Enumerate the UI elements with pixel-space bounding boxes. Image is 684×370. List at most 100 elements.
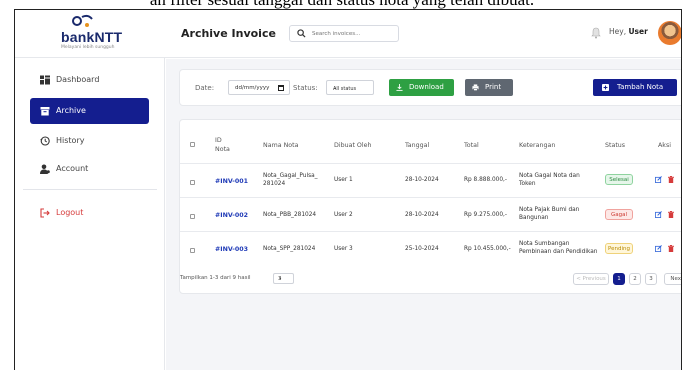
brand-tagline: Melayani lebih sungguh [61,45,115,50]
delete-icon[interactable] [668,245,674,252]
delete-icon[interactable] [668,211,674,218]
select-all-checkbox[interactable] [190,142,195,147]
invoice-date: 25-10-2024 [405,246,439,252]
print-button[interactable]: Print [465,79,513,96]
row-checkbox[interactable] [190,214,195,219]
sidebar-item-label: History [56,136,85,145]
invoice-description: Nota Sumbangan [519,241,570,247]
sidebar-item-label: Dashboard [56,75,100,84]
search-input[interactable] [312,27,396,40]
pagination-page-2[interactable]: 2 [629,273,641,285]
search-icon [297,29,306,38]
invoice-description: Nota Gagal Nota dan [519,173,580,179]
add-note-button[interactable]: Tambah Nota [593,79,677,96]
pagination-page-3[interactable]: 3 [645,273,657,285]
archive-icon [40,107,50,116]
invoice-name-line2: 281024 [263,181,286,187]
add-note-label: Tambah Nota [617,83,664,91]
user-avatar[interactable] [658,21,681,45]
bank-logo-icon [72,14,93,27]
edit-icon[interactable] [655,176,662,183]
chevron-down-icon: ⌄ [278,275,283,281]
notification-bell-icon[interactable] [590,27,602,39]
col-header-actions: Aksi [658,142,671,149]
search-box[interactable] [289,25,399,42]
download-icon [396,84,403,91]
plus-square-icon [602,84,609,91]
top-header: bankNTT Melayani lebih sungguh Archive I… [15,10,681,58]
sidebar: Dashboard Archive History Account Logout [15,58,165,370]
edit-icon[interactable] [655,211,662,218]
col-header-id: ID [215,137,222,144]
row-checkbox[interactable] [190,180,195,185]
print-label: Print [485,83,502,91]
invoice-id-link[interactable]: #INV-002 [215,212,248,219]
col-header-name: Nama Nota [263,142,299,149]
bank-logo[interactable]: bankNTT Melayani lebih sungguh [61,14,131,54]
status-filter-select[interactable]: All status ⌄ [326,80,374,95]
invoice-date: 28-10-2024 [405,177,439,183]
sidebar-item-label: Archive [56,106,86,115]
invoice-total: Rp 8.888.000,- [464,177,507,183]
calendar-icon [278,85,284,91]
pagination-next-button[interactable]: Next > [664,273,681,285]
invoice-creator: User 1 [334,177,353,183]
invoice-id-link[interactable]: #INV-003 [215,246,248,253]
col-header-total: Total [464,142,479,149]
row-divider [180,197,681,198]
invoice-total: Rp 9.275.000,- [464,212,507,218]
invoice-description-line2: Pembinaan dan Pendidikan [519,249,598,255]
col-header-id-line2: Nota [215,146,230,153]
invoice-description-line2: Token [519,181,536,187]
invoice-date: 28-10-2024 [405,212,439,218]
col-header-status: Status [605,142,626,149]
dashboard-icon [40,75,50,85]
invoice-total: Rp 10.455.000,- [464,246,511,252]
col-header-creator: Dibuat Oleh [334,142,372,149]
sidebar-item-account[interactable]: Account [30,156,149,182]
sidebar-item-history[interactable]: History [30,128,149,154]
status-badge: Gagal [605,209,633,220]
invoice-creator: User 3 [334,246,353,252]
history-icon [40,136,50,146]
logout-icon [40,208,50,218]
download-label: Download [409,83,444,91]
sidebar-item-dashboard[interactable]: Dashboard [30,67,149,93]
pagination-page-1[interactable]: 1 [613,273,625,285]
date-filter-input[interactable]: dd/mm/yyyy [228,80,290,95]
sidebar-item-label: Logout [56,208,84,217]
invoice-description: Nota Pajak Bumi dan [519,207,580,213]
pagination-prev-button[interactable]: < Previous [573,273,609,285]
brand-name: bankNTT [61,29,123,45]
document-caption: an filter sesuai tanggal dan status nota… [0,0,684,9]
user-greeting: Hey, User [609,27,648,36]
sidebar-item-archive[interactable]: Archive [30,98,149,124]
invoice-name: Nota_Gagal_Pulsa_ [263,173,318,179]
date-filter-value: dd/mm/yyyy [235,85,270,91]
invoice-creator: User 2 [334,212,353,218]
per-page-select[interactable]: 3 ⌄ [273,273,294,284]
row-divider [180,231,681,232]
date-filter-label: Date: [195,84,215,92]
table-header-divider [180,163,681,164]
sidebar-item-label: Account [56,164,89,173]
account-icon [40,164,50,174]
invoice-id-link[interactable]: #INV-001 [215,178,248,185]
invoice-table: ID Nota Nama Nota Dibuat Oleh Tanggal To… [179,119,681,294]
sidebar-divider [23,189,157,190]
app-window: bankNTT Melayani lebih sungguh Archive I… [14,9,682,370]
edit-icon[interactable] [655,245,662,252]
download-button[interactable]: Download [389,79,454,96]
main-content: Date: dd/mm/yyyy Status: All status ⌄ Do… [166,59,681,370]
invoice-description-line2: Bangunan [519,215,549,221]
col-header-description: Keterangan [519,142,556,149]
status-filter-label: Status: [293,84,318,92]
invoice-name: Nota_SPP_281024 [263,246,316,252]
chevron-down-icon: ⌄ [333,85,338,91]
page-title: Archive Invoice [181,27,276,40]
delete-icon[interactable] [668,176,674,183]
row-checkbox[interactable] [190,248,195,253]
status-badge: Pending [605,243,633,254]
sidebar-item-logout[interactable]: Logout [30,200,149,226]
status-badge: Selesai [605,174,633,185]
